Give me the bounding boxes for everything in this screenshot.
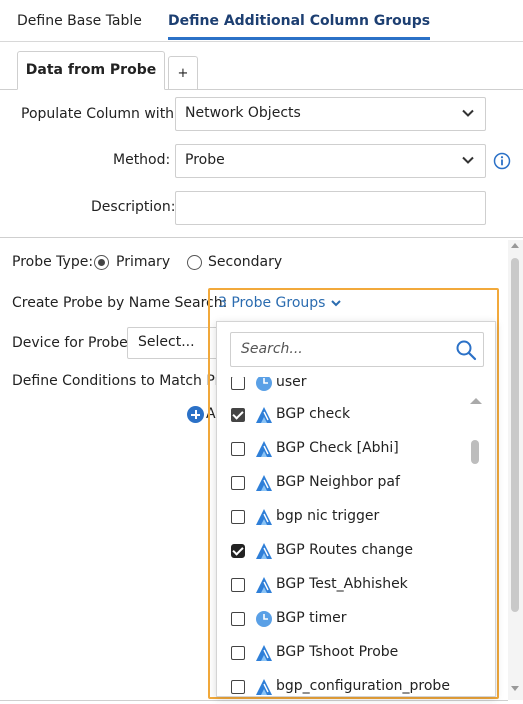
item-checkbox[interactable] bbox=[231, 680, 245, 694]
probe-type-label: Probe Type: bbox=[12, 254, 94, 270]
list-item[interactable]: BGP timer bbox=[217, 602, 465, 636]
item-label: BGP Neighbor paf bbox=[276, 474, 400, 490]
add-tab-button[interactable]: + bbox=[168, 56, 198, 90]
list-item[interactable]: bgp_configuration_probe bbox=[217, 670, 465, 696]
item-label: BGP Routes change bbox=[276, 542, 414, 558]
list-scroll-up-icon[interactable] bbox=[470, 398, 482, 404]
method-select[interactable]: Probe bbox=[175, 144, 486, 178]
method-value: Probe bbox=[185, 152, 225, 168]
list-item[interactable]: BGP check bbox=[217, 398, 465, 432]
description-field[interactable] bbox=[175, 191, 486, 225]
list-scrollbar-thumb[interactable] bbox=[471, 440, 479, 464]
description-label: Description: bbox=[91, 199, 176, 215]
item-checkbox[interactable] bbox=[231, 476, 245, 490]
populate-column-select[interactable]: Network Objects bbox=[175, 97, 486, 131]
clock-icon bbox=[256, 611, 272, 627]
populate-column-label: Populate Column with: bbox=[21, 106, 179, 122]
list-item[interactable]: BGP Neighbor paf bbox=[217, 466, 465, 500]
item-label: BGP Test_Abhishek bbox=[276, 576, 408, 592]
probe-icon bbox=[256, 645, 272, 661]
probe-groups-dropdown: Search... user BGP check BGP Check [Abhi… bbox=[216, 321, 496, 697]
item-label: BGP check bbox=[276, 406, 351, 422]
item-checkbox[interactable] bbox=[231, 646, 245, 660]
device-for-probe-label: Device for Probe: bbox=[12, 335, 133, 351]
list-item[interactable]: BGP Tshoot Probe bbox=[217, 636, 465, 670]
sub-tab-bar: Data from Probe + bbox=[0, 42, 523, 90]
list-item[interactable]: user bbox=[217, 377, 465, 400]
tab-define-additional-column-groups[interactable]: Define Additional Column Groups bbox=[168, 13, 431, 40]
define-conditions-label: Define Conditions to Match Prob bbox=[12, 373, 238, 389]
item-label: BGP Tshoot Probe bbox=[276, 644, 399, 660]
outer-scrollbar-thumb[interactable] bbox=[511, 258, 519, 612]
scroll-up-arrow-icon[interactable] bbox=[511, 243, 519, 248]
top-tab-bar: Define Base Table Define Additional Colu… bbox=[0, 0, 523, 42]
list-item[interactable]: BGP Routes change bbox=[217, 534, 465, 568]
primary-radio-label: Primary bbox=[116, 254, 171, 270]
search-placeholder: Search... bbox=[241, 341, 303, 357]
primary-radio[interactable] bbox=[94, 255, 109, 270]
bottom-divider bbox=[0, 700, 508, 701]
tab-data-from-probe[interactable]: Data from Probe bbox=[17, 51, 165, 90]
item-label: BGP Check [Abhi] bbox=[276, 440, 399, 456]
tab-define-base-table[interactable]: Define Base Table bbox=[17, 13, 142, 29]
populate-column-value: Network Objects bbox=[185, 105, 301, 121]
list-item[interactable]: BGP Check [Abhi] bbox=[217, 432, 465, 466]
info-icon[interactable] bbox=[493, 152, 511, 170]
chevron-down-icon bbox=[462, 109, 474, 117]
item-checkbox[interactable] bbox=[231, 377, 245, 390]
search-icon[interactable] bbox=[455, 339, 477, 361]
probe-icon bbox=[256, 475, 272, 491]
list-item[interactable]: BGP Test_Abhishek bbox=[217, 568, 465, 602]
item-label: bgp_configuration_probe bbox=[276, 678, 450, 694]
section-divider bbox=[0, 237, 523, 238]
probe-icon bbox=[256, 543, 272, 559]
clock-icon bbox=[256, 377, 272, 391]
item-checkbox[interactable] bbox=[231, 612, 245, 626]
secondary-radio[interactable] bbox=[187, 255, 202, 270]
method-label: Method: bbox=[113, 152, 171, 168]
probe-icon bbox=[256, 441, 272, 457]
probe-list[interactable]: user BGP check BGP Check [Abhi] BGP Neig… bbox=[217, 377, 495, 696]
chevron-down-icon bbox=[462, 156, 474, 164]
item-label: BGP timer bbox=[276, 610, 347, 626]
search-input[interactable]: Search... bbox=[230, 332, 484, 367]
probe-icon bbox=[256, 679, 272, 695]
probe-icon bbox=[256, 407, 272, 423]
list-item[interactable]: bgp nic trigger bbox=[217, 500, 465, 534]
item-checkbox[interactable] bbox=[231, 442, 245, 456]
item-checkbox[interactable] bbox=[231, 544, 245, 558]
item-checkbox[interactable] bbox=[231, 578, 245, 592]
create-by-name-label: Create Probe by Name Search: bbox=[12, 295, 228, 311]
item-checkbox[interactable] bbox=[231, 510, 245, 524]
item-checkbox[interactable] bbox=[231, 408, 245, 422]
probe-icon bbox=[256, 577, 272, 593]
item-label: bgp nic trigger bbox=[276, 508, 380, 524]
secondary-radio-label: Secondary bbox=[208, 254, 283, 270]
scroll-down-arrow-icon[interactable] bbox=[511, 686, 519, 691]
add-condition-icon[interactable] bbox=[187, 406, 204, 423]
probe-icon bbox=[256, 509, 272, 525]
item-label: user bbox=[276, 377, 307, 390]
